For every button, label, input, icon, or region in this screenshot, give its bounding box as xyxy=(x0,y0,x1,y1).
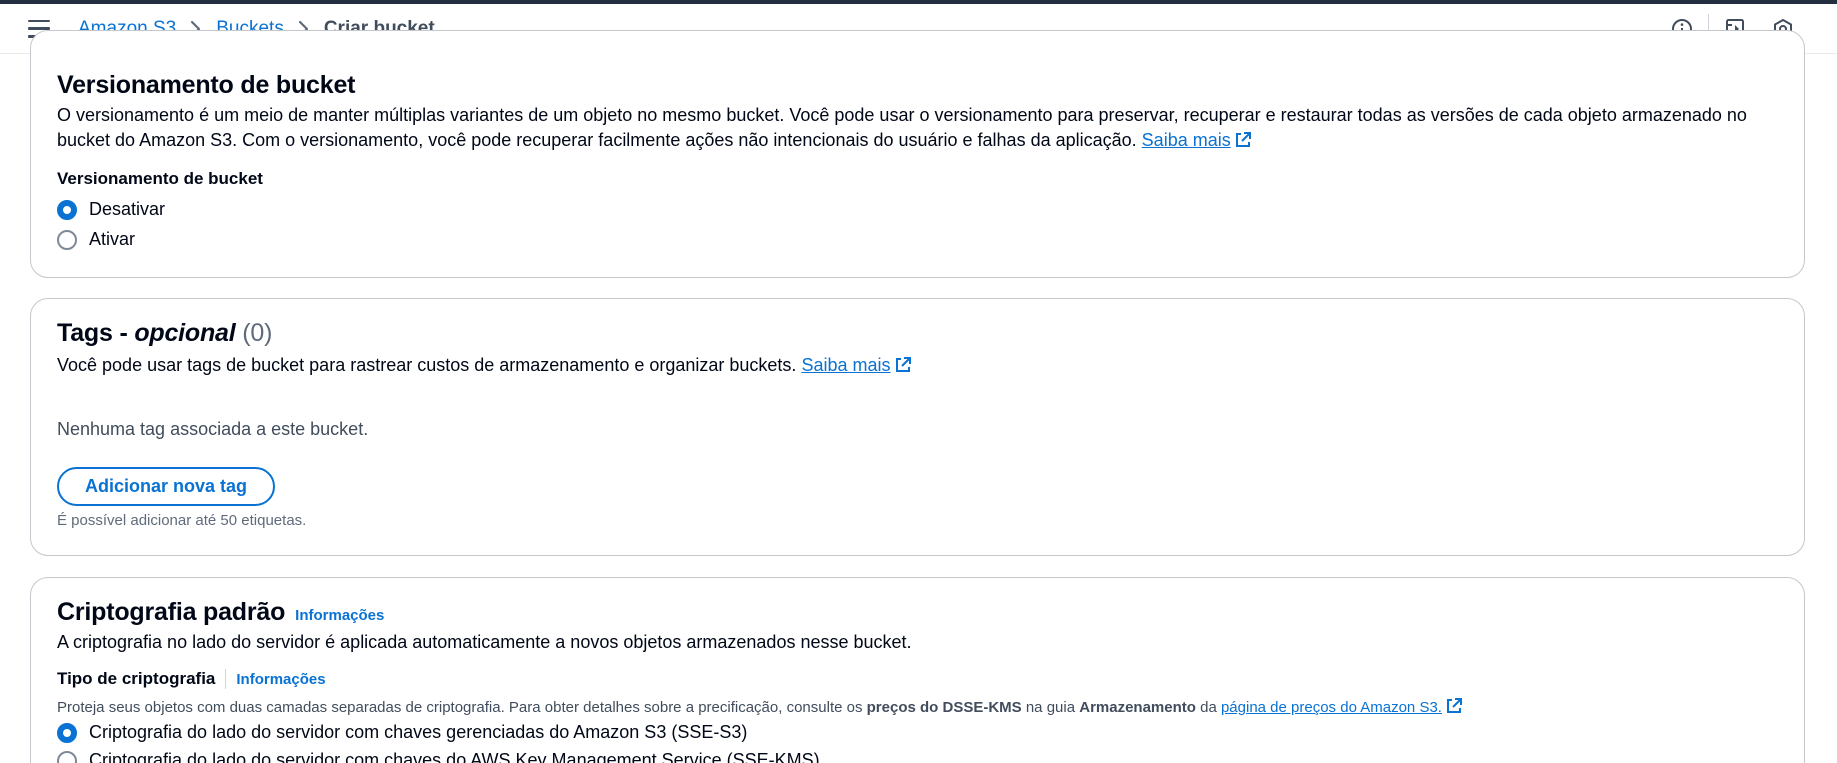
versioning-option-disable[interactable]: Desativar xyxy=(57,199,165,220)
tags-title: Tags - opcional (0) xyxy=(57,319,273,347)
tags-empty-message: Nenhuma tag associada a este bucket. xyxy=(57,419,369,439)
encryption-type-info-link[interactable]: Informações xyxy=(236,671,325,688)
tags-count: (0) xyxy=(242,319,273,347)
add-tag-button[interactable]: Adicionar nova tag xyxy=(57,467,276,506)
radio-selected-icon[interactable] xyxy=(57,722,77,743)
versioning-option-enable[interactable]: Ativar xyxy=(57,229,135,250)
versioning-learn-more-link[interactable]: Saiba mais xyxy=(1142,130,1252,150)
encryption-info-link[interactable]: Informações xyxy=(295,607,384,624)
versioning-description: O versionamento é um meio de manter múlt… xyxy=(57,105,1747,150)
tags-panel: Tags - opcional (0) Você pode usar tags … xyxy=(30,298,1805,556)
encryption-header: Criptografia padrão Informações xyxy=(57,598,384,627)
encryption-option-sse-s3[interactable]: Criptografia do lado do servidor com cha… xyxy=(57,722,747,743)
encryption-title: Criptografia padrão xyxy=(57,598,286,626)
tags-description: Você pode usar tags de bucket para rastr… xyxy=(57,353,912,378)
tags-learn-more-link[interactable]: Saiba mais xyxy=(801,355,911,375)
encryption-constraint-text: Proteja seus objetos com duas camadas se… xyxy=(57,697,1797,716)
label-divider xyxy=(225,669,227,689)
s3-pricing-link[interactable]: página de preços do Amazon S3. xyxy=(1221,698,1463,716)
external-link-icon xyxy=(1235,132,1251,147)
encryption-type-label: Tipo de criptografia xyxy=(57,669,216,688)
radio-unselected-icon[interactable] xyxy=(57,750,77,763)
encryption-description: A criptografia no lado do servidor é apl… xyxy=(57,632,912,652)
external-link-icon xyxy=(895,357,911,372)
encryption-panel: Criptografia padrão Informações A cripto… xyxy=(30,577,1805,763)
radio-unselected-icon[interactable] xyxy=(57,229,77,250)
external-link-icon xyxy=(1446,698,1462,713)
encryption-type-label-row: Tipo de criptografia Informações xyxy=(57,669,326,689)
versioning-title: Versionamento de bucket xyxy=(57,71,356,99)
versioning-field-label: Versionamento de bucket xyxy=(57,169,263,188)
versioning-panel: Versionamento de bucket O versionamento … xyxy=(30,30,1805,278)
tags-limit-hint: É possível adicionar até 50 etiquetas. xyxy=(57,512,307,529)
radio-selected-icon[interactable] xyxy=(57,199,77,220)
encryption-option-sse-kms[interactable]: Criptografia do lado do servidor com cha… xyxy=(57,750,820,763)
